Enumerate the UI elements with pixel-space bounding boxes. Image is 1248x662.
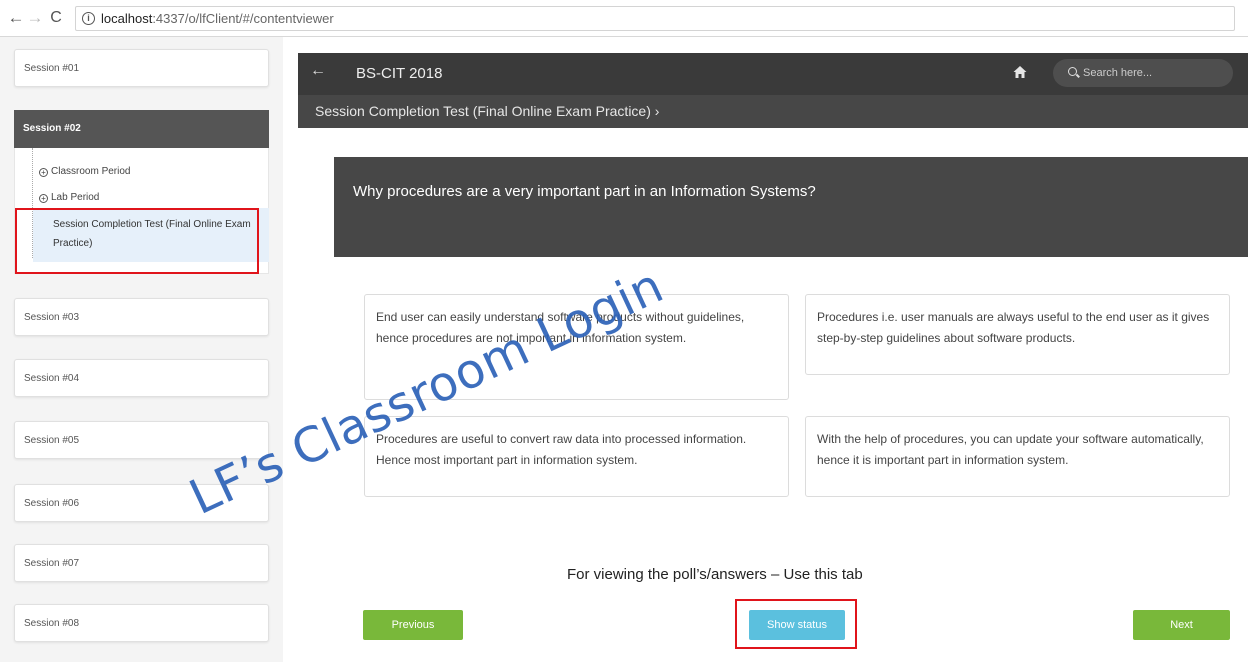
sidebar-item-session-08[interactable]: Session #08 xyxy=(14,604,269,642)
sidebar: Session #01 Session #02 + Classroom Perio… xyxy=(0,37,283,662)
expand-plus-icon: + xyxy=(39,194,48,203)
url-path: :4337/o/lfClient/#/contentviewer xyxy=(152,11,334,26)
answer-option-3[interactable]: Procedures are useful to convert raw dat… xyxy=(364,416,789,497)
sidebar-item-session-07[interactable]: Session #07 xyxy=(14,544,269,582)
app-title: BS-CIT 2018 xyxy=(356,65,443,82)
next-button[interactable]: Next xyxy=(1133,610,1230,640)
url-text[interactable]: localhost:4337/o/lfClient/#/contentviewe… xyxy=(101,11,334,26)
submenu-item-label: Lab Period xyxy=(51,192,100,203)
browser-toolbar: ← → C i localhost:4337/o/lfClient/#/cont… xyxy=(0,0,1248,37)
highlight-box xyxy=(15,208,259,274)
address-bar[interactable]: i localhost:4337/o/lfClient/#/contentvie… xyxy=(75,6,1235,31)
search-input[interactable] xyxy=(1083,64,1223,82)
answer-option-4[interactable]: With the help of procedures, you can upd… xyxy=(805,416,1230,497)
previous-button[interactable]: Previous xyxy=(363,610,463,640)
breadcrumb-bar: Session Completion Test (Final Online Ex… xyxy=(298,95,1248,128)
highlight-box xyxy=(735,599,857,649)
sidebar-item-session-03[interactable]: Session #03 xyxy=(14,298,269,336)
url-host: localhost xyxy=(101,11,153,26)
sidebar-item-session-01[interactable]: Session #01 xyxy=(14,49,269,87)
back-arrow-icon[interactable]: ← xyxy=(6,8,26,28)
search-icon xyxy=(1068,67,1077,76)
question-panel: Why procedures are a very important part… xyxy=(334,157,1248,257)
info-icon[interactable]: i xyxy=(82,12,95,25)
reload-icon[interactable]: C xyxy=(46,8,66,28)
submenu-item-classroom-period[interactable]: + Classroom Period xyxy=(39,166,130,177)
submenu-item-label: Classroom Period xyxy=(51,166,131,177)
submenu-item-lab-period[interactable]: + Lab Period xyxy=(39,192,99,203)
sidebar-item-session-04[interactable]: Session #04 xyxy=(14,359,269,397)
answer-option-2[interactable]: Procedures i.e. user manuals are always … xyxy=(805,294,1230,375)
home-icon[interactable] xyxy=(1012,64,1028,80)
app-header: ← BS-CIT 2018 xyxy=(298,53,1248,95)
forward-arrow-icon[interactable]: → xyxy=(25,8,45,28)
annotation-hint: For viewing the poll’s/answers – Use thi… xyxy=(567,566,863,583)
sidebar-item-session-02[interactable]: Session #02 xyxy=(14,110,269,148)
question-text: Why procedures are a very important part… xyxy=(353,183,816,200)
back-arrow-icon[interactable]: ← xyxy=(310,62,326,80)
search-box[interactable] xyxy=(1053,59,1233,87)
expand-plus-icon: + xyxy=(39,168,48,177)
breadcrumb[interactable]: Session Completion Test (Final Online Ex… xyxy=(315,103,659,119)
